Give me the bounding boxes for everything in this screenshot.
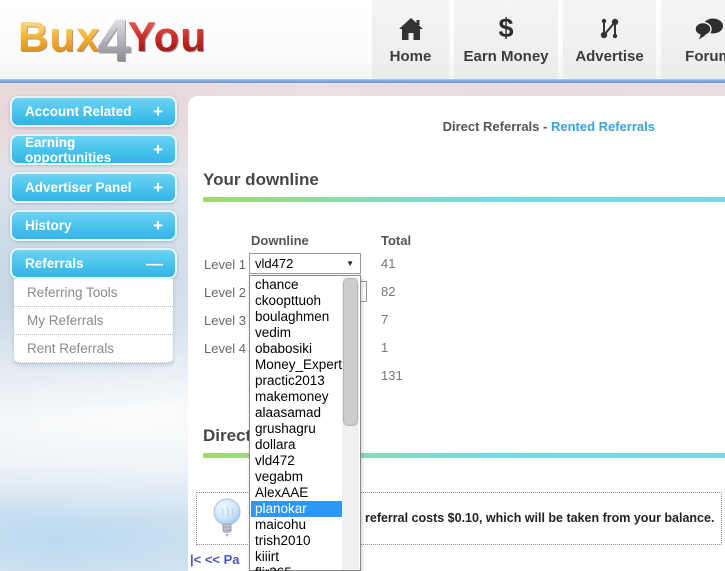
nav-advertise-label: Advertise [575, 47, 644, 65]
grand-total: 131 [381, 368, 403, 383]
column-header-downline: Downline [251, 233, 309, 248]
referrals-submenu: Referring Tools My Referrals Rent Referr… [14, 279, 173, 363]
home-icon [398, 15, 424, 41]
sidebar-item-referrals[interactable]: Referrals — [10, 248, 177, 279]
sidebar-label: Account Related [25, 104, 132, 119]
dropdown-option[interactable]: vld472 [251, 453, 342, 469]
sidebar-item-referring-tools[interactable]: Referring Tools [14, 279, 173, 307]
sidebar-item-history[interactable]: History + [10, 210, 177, 241]
nav-advertise[interactable]: Advertise [563, 0, 656, 79]
dropdown-option[interactable]: trish2010 [251, 533, 342, 549]
network-icon [598, 15, 622, 41]
dropdown-option[interactable]: chance [251, 277, 342, 293]
dropdown-option[interactable]: practic2013 [251, 373, 342, 389]
dropdown-option[interactable]: ckoopttuoh [251, 293, 342, 309]
level-2-label: Level 2 [204, 285, 246, 300]
dropdown-option[interactable]: maicohu [251, 517, 342, 533]
logo-text-you: You [127, 13, 207, 60]
nav-home-label: Home [389, 47, 432, 65]
sidebar-label: History [25, 218, 72, 233]
dropdown-scrollbar-thumb[interactable] [343, 278, 358, 426]
dropdown-option[interactable]: dollara [251, 437, 342, 453]
dropdown-option[interactable]: flir265 [251, 565, 342, 571]
dropdown-option[interactable]: vedim [251, 325, 342, 341]
nav-home[interactable]: Home [372, 0, 449, 79]
dropdown-option[interactable]: Money_Expert [251, 357, 342, 373]
sidebar-label: Advertiser Panel [25, 180, 132, 195]
dropdown-option[interactable]: boulaghmen [251, 309, 342, 325]
column-header-total: Total [381, 233, 412, 248]
sidebar-item-account-related[interactable]: Account Related + [10, 96, 177, 127]
dropdown-option[interactable]: AlexAAE [251, 485, 342, 501]
plus-icon: + [153, 178, 163, 197]
level-1-total: 41 [381, 256, 396, 271]
level-3-total: 7 [381, 312, 389, 327]
logo-text-bux: Bux [18, 13, 101, 60]
dropdown-option[interactable]: obabosiki [251, 341, 342, 357]
plus-icon: + [153, 102, 163, 121]
sidebar-label: Referrals [25, 256, 84, 271]
page: Bux 4 You Home $ Earn Money Advertise Fo… [0, 0, 725, 571]
level-3-label: Level 3 [204, 313, 246, 328]
section-title-your-downline: Your downline [203, 170, 319, 189]
level-1-downline-select[interactable]: vld472 ▼ [249, 253, 361, 274]
sidebar-item-my-referrals[interactable]: My Referrals [14, 307, 173, 335]
nav-forum[interactable]: Forum [661, 0, 725, 79]
sidebar-label: Earning opportunities [25, 134, 112, 165]
dropdown-option[interactable]: makemoney [251, 389, 342, 405]
breadcrumb-separator: - [539, 119, 551, 134]
dropdown-scrollbar-track[interactable] [342, 277, 359, 570]
forum-icon [693, 15, 724, 41]
plus-icon: + [153, 140, 163, 159]
select-arrow-icon: ▼ [346, 259, 354, 268]
section-divider-bar [203, 197, 725, 202]
level-1-select-value: vld472 [255, 256, 294, 271]
level-1-label: Level 1 [204, 257, 246, 272]
breadcrumb-link-rented-referrals[interactable]: Rented Referrals [551, 119, 655, 134]
level-4-label: Level 4 [204, 341, 246, 356]
dropdown-option-selected[interactable]: planokar [251, 501, 342, 517]
minus-icon: — [146, 254, 163, 273]
dropdown-option[interactable]: alaasamad [251, 405, 342, 421]
lightbulb-icon [210, 497, 244, 546]
level-2-total: 82 [381, 284, 396, 299]
dropdown-option[interactable]: vegabm [251, 469, 342, 485]
pagination-links[interactable]: |< << Pa [190, 552, 240, 567]
sidebar-item-advertiser-panel[interactable]: Advertiser Panel + [10, 172, 177, 203]
breadcrumb: Direct Referrals - Rented Referrals [443, 119, 655, 134]
dollar-icon: $ [498, 12, 514, 43]
downline-dropdown-list: chance ckoopttuoh boulaghmen vedim obabo… [249, 275, 361, 571]
dropdown-options: chance ckoopttuoh boulaghmen vedim obabo… [251, 277, 342, 571]
sidebar-item-earning-opportunities[interactable]: Earning opportunities + [10, 134, 177, 165]
breadcrumb-current: Direct Referrals [442, 119, 540, 134]
nav-earn-money-label: Earn Money [463, 47, 549, 65]
info-text: referral costs $0.10, which will be take… [365, 511, 715, 525]
sidebar-item-rent-referrals[interactable]: Rent Referrals [14, 335, 173, 363]
nav-forum-label: Forum [685, 47, 725, 65]
level-4-total: 1 [381, 340, 389, 355]
logo-text-4: 4 [97, 7, 131, 74]
dropdown-option[interactable]: grushagru [251, 421, 342, 437]
dropdown-option[interactable]: kiiirt [251, 549, 342, 565]
plus-icon: + [153, 216, 163, 235]
header: Bux 4 You Home $ Earn Money Advertise Fo… [0, 0, 725, 79]
site-logo[interactable]: Bux 4 You [18, 6, 207, 74]
nav-earn-money[interactable]: $ Earn Money [454, 0, 558, 79]
